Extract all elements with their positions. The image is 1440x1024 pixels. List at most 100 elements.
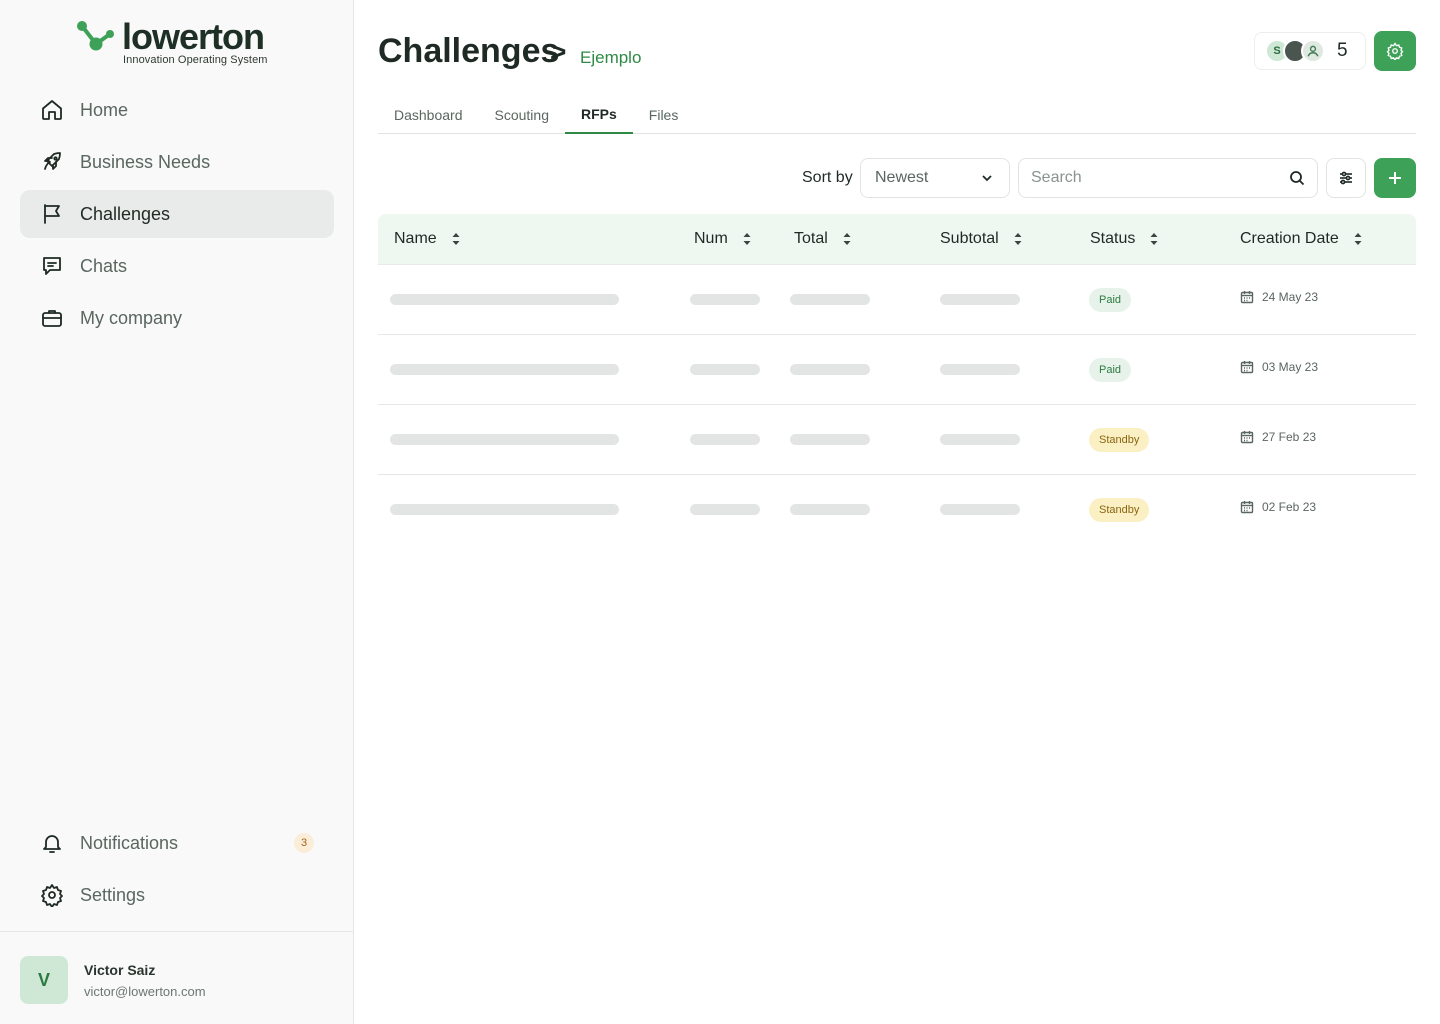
sliders-icon — [1340, 171, 1352, 185]
name-placeholder — [390, 294, 619, 305]
num-placeholder — [690, 504, 760, 515]
subtotal-placeholder — [940, 364, 1020, 375]
name-placeholder — [390, 434, 619, 445]
date-text: 24 May 23 — [1262, 290, 1319, 304]
sidebar-item-notifications[interactable]: Notifications 3 — [20, 819, 334, 867]
status-badge: Paid — [1089, 358, 1132, 382]
sort-arrows-icon — [452, 233, 460, 245]
tab-dashboard[interactable]: Dashboard — [378, 96, 479, 134]
search-field[interactable] — [1018, 158, 1318, 198]
column-header-name[interactable]: Name — [394, 214, 461, 264]
bell-icon — [40, 831, 64, 855]
sidebar-item-my-company[interactable]: My company — [20, 294, 334, 342]
num-placeholder — [690, 294, 760, 305]
add-rfp-button[interactable] — [1374, 158, 1416, 198]
gear-icon — [1386, 42, 1404, 60]
page-title: Challenges — [378, 32, 560, 70]
name-placeholder — [390, 364, 619, 375]
column-header-subtotal[interactable]: Subtotal — [940, 214, 1023, 264]
home-icon — [40, 98, 64, 122]
flag-icon — [40, 202, 64, 226]
calendar-icon — [1240, 501, 1254, 514]
total-placeholder — [790, 434, 870, 445]
sidebar-item-business-needs[interactable]: Business Needs — [20, 138, 334, 186]
chat-icon — [40, 254, 64, 278]
date-text: 27 Feb 23 — [1262, 430, 1317, 444]
member-count: 5 — [1337, 40, 1348, 61]
table-row[interactable]: Standby 27 Feb 23 — [378, 405, 1416, 475]
member-avatar-user-icon — [1301, 39, 1325, 63]
sort-value: Newest — [875, 169, 929, 186]
sidebar-item-label: Home — [80, 99, 129, 120]
table-row[interactable]: Standby 02 Feb 23 — [378, 475, 1416, 545]
sort-arrows-icon — [843, 233, 851, 245]
filter-button[interactable] — [1326, 158, 1366, 198]
table-row[interactable]: Paid 24 May 23 — [378, 265, 1416, 335]
breadcrumb-current[interactable]: Ejemplo — [580, 48, 641, 68]
table-header: Name Num Total Subtotal Status Creation … — [378, 214, 1416, 265]
column-header-label: Status — [1090, 230, 1136, 247]
sidebar-item-chats[interactable]: Chats — [20, 242, 334, 290]
tab-rfps[interactable]: RFPs — [564, 96, 633, 134]
tab-bar: Dashboard Scouting RFPs Files — [378, 96, 1416, 134]
user-profile[interactable]: V Victor Saiz victor@lowerton.com — [0, 931, 353, 1024]
date-text: 02 Feb 23 — [1262, 500, 1317, 514]
status-badge: Standby — [1089, 498, 1150, 522]
challenge-settings-button[interactable] — [1374, 31, 1416, 71]
name-placeholder — [390, 504, 619, 515]
column-header-status[interactable]: Status — [1090, 214, 1159, 264]
total-placeholder — [790, 364, 870, 375]
sidebar-item-challenges[interactable]: Challenges — [20, 190, 334, 238]
creation-date: 02 Feb 23 — [1240, 500, 1316, 514]
total-placeholder — [790, 504, 870, 515]
total-placeholder — [790, 294, 870, 305]
calendar-icon — [1240, 291, 1254, 304]
rocket-icon — [40, 150, 64, 174]
sidebar-nav: Home Business Needs Challenges Chats My … — [20, 86, 334, 346]
brand-logo[interactable]: lowerton Innovation Operating System — [76, 16, 286, 68]
column-header-label: Num — [694, 230, 728, 247]
user-email: victor@lowerton.com — [84, 984, 206, 999]
sort-arrows-icon — [1014, 233, 1022, 245]
subtotal-placeholder — [940, 434, 1020, 445]
column-header-label: Total — [794, 230, 828, 247]
subtotal-placeholder — [940, 294, 1020, 305]
sort-arrows-icon — [743, 233, 751, 245]
sidebar-item-home[interactable]: Home — [20, 86, 334, 134]
sidebar-item-label: Chats — [80, 255, 128, 276]
column-header-label: Name — [394, 230, 437, 247]
sidebar-item-label: My company — [80, 307, 183, 328]
rfps-table: Name Num Total Subtotal Status Creation … — [378, 214, 1416, 545]
sort-arrows-icon — [1150, 233, 1158, 245]
status-badge: Standby — [1089, 428, 1150, 452]
num-placeholder — [690, 364, 760, 375]
plus-icon — [1389, 172, 1401, 184]
gear-icon — [40, 883, 64, 907]
creation-date: 03 May 23 — [1240, 360, 1318, 374]
tab-files[interactable]: Files — [633, 96, 695, 134]
tab-scouting[interactable]: Scouting — [479, 96, 565, 134]
date-text: 03 May 23 — [1262, 360, 1319, 374]
sidebar-item-label: Notifications — [80, 832, 179, 853]
column-header-num[interactable]: Num — [694, 214, 752, 264]
creation-date: 24 May 23 — [1240, 290, 1318, 304]
subtotal-placeholder — [940, 504, 1020, 515]
user-avatar: V — [20, 956, 68, 1004]
sidebar-item-label: Settings — [80, 884, 146, 905]
creation-date: 27 Feb 23 — [1240, 430, 1316, 444]
brand-name: lowerton — [122, 16, 265, 57]
sidebar: lowerton Innovation Operating System Hom… — [0, 0, 354, 1024]
table-toolbar: Sort by Newest — [378, 158, 1416, 198]
search-input[interactable] — [1031, 169, 1281, 187]
sidebar-item-settings[interactable]: Settings — [20, 871, 334, 919]
column-header-total[interactable]: Total — [794, 214, 852, 264]
breadcrumb-separator: > — [550, 36, 567, 67]
brand-tagline: Innovation Operating System — [123, 54, 268, 66]
sort-dropdown[interactable]: Newest — [860, 158, 1010, 198]
sidebar-item-label: Challenges — [80, 203, 171, 224]
team-members[interactable]: S 5 — [1254, 32, 1366, 70]
sidebar-item-label: Business Needs — [80, 151, 211, 172]
calendar-icon — [1240, 361, 1254, 374]
column-header-creation-date[interactable]: Creation Date — [1240, 214, 1363, 264]
table-row[interactable]: Paid 03 May 23 — [378, 335, 1416, 405]
